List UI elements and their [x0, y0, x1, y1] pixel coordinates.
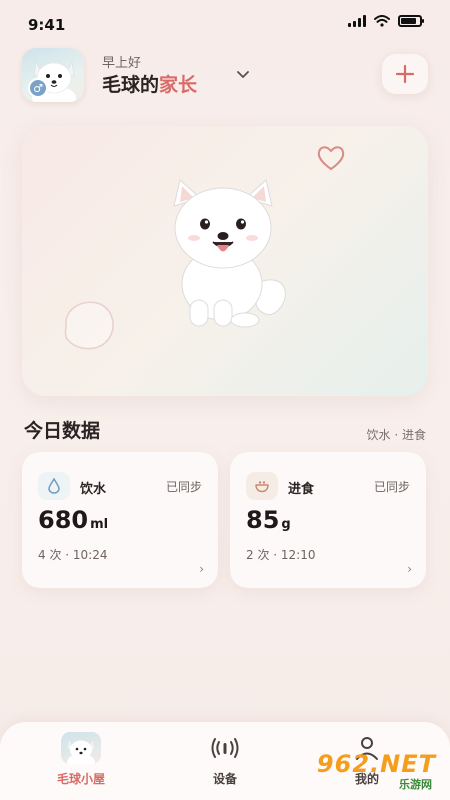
tab-pet-home[interactable]: 毛球小屋 — [36, 732, 126, 787]
status-icons — [348, 15, 424, 27]
battery-fill — [401, 18, 416, 24]
water-sync-status: 已同步 — [165, 480, 202, 494]
water-intake-card[interactable]: 饮水 已同步 680 ml 4 次 · 10:24 › — [22, 452, 218, 588]
wifi-icon — [374, 15, 390, 27]
pet-avatar-icon — [61, 732, 101, 764]
header: ♂ 早上好 毛球的家长 — [22, 48, 428, 104]
gender-badge: ♂ — [28, 78, 48, 98]
paw-shape-icon — [64, 301, 114, 350]
water-drop-icon — [38, 472, 70, 500]
food-value: 85 g — [246, 506, 291, 534]
food-label: 进食 — [288, 482, 315, 497]
battery-icon — [398, 15, 424, 27]
chevron-down-icon[interactable] — [235, 66, 251, 82]
cellular-signal-icon — [348, 15, 366, 27]
today-data-subtitle: 饮水 · 进食 — [366, 428, 426, 442]
water-label: 饮水 — [80, 482, 107, 497]
user-title[interactable]: 毛球的家长 — [102, 70, 197, 97]
food-intake-card[interactable]: 进食 已同步 85 g 2 次 · 12:10 › — [230, 452, 426, 588]
samoyed-illustration — [173, 179, 286, 328]
water-value: 680 ml — [38, 506, 108, 534]
pet-hero-card[interactable] — [22, 126, 428, 396]
food-value-number: 85 — [246, 506, 280, 534]
food-bowl-icon — [246, 472, 278, 500]
signal-broadcast-icon — [211, 738, 239, 758]
user-title-main: 毛球的 — [102, 74, 160, 96]
food-meta: 2 次 · 12:10 — [246, 548, 316, 562]
water-meta: 4 次 · 10:24 — [38, 548, 108, 562]
add-button[interactable] — [382, 54, 428, 94]
plus-icon — [395, 64, 415, 84]
status-time: 9:41 — [28, 16, 66, 34]
food-sync-status: 已同步 — [373, 480, 410, 494]
heart-outline-icon — [317, 146, 345, 170]
water-value-unit: ml — [90, 517, 109, 532]
greeting-text: 早上好 — [102, 56, 142, 71]
chevron-right-icon[interactable]: › — [199, 562, 204, 576]
today-data-title: 今日数据 — [24, 420, 101, 442]
user-title-accent: 家长 — [159, 74, 198, 96]
tab-label: 设备 — [212, 772, 237, 786]
water-value-number: 680 — [38, 506, 89, 534]
tab-device[interactable]: 设备 — [180, 732, 270, 787]
watermark-subtext: 乐游网 — [399, 778, 432, 791]
food-value-unit: g — [281, 517, 291, 532]
tab-label: 毛球小屋 — [56, 772, 105, 786]
chevron-right-icon[interactable]: › — [407, 562, 412, 576]
status-bar: 9:41 — [0, 0, 450, 44]
pet-avatar[interactable]: ♂ — [22, 48, 84, 102]
watermark-text: 962.NET — [316, 750, 436, 778]
site-watermark: 962.NET 乐游网 — [304, 748, 444, 792]
